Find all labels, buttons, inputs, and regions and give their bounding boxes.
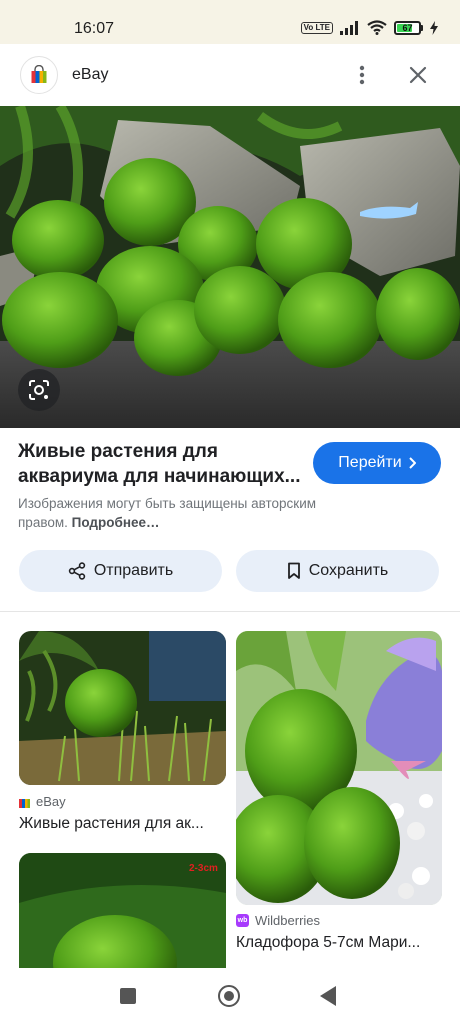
- related-image-3[interactable]: 2-3cm: [19, 853, 226, 968]
- related-source-1[interactable]: eBay: [19, 794, 66, 809]
- wildberries-favicon-icon: wb: [236, 914, 249, 927]
- home-icon[interactable]: [218, 985, 240, 1007]
- marimo-aquarium-illustration: [0, 106, 460, 428]
- hero-image[interactable]: [0, 106, 460, 428]
- copyright-more-link[interactable]: Подробнее…: [72, 515, 160, 530]
- chevron-right-icon: [408, 457, 416, 469]
- copyright-text: Изображения могут быть защищены авторски…: [18, 496, 317, 530]
- share-icon: [68, 562, 86, 580]
- copyright-notice: Изображения могут быть защищены авторски…: [18, 494, 348, 532]
- related-source-2-label: Wildberries: [255, 913, 321, 928]
- save-button[interactable]: Сохранить: [236, 550, 439, 592]
- section-divider: [0, 611, 460, 612]
- related-title-2[interactable]: Кладофора 5-7см Мари...: [236, 934, 442, 952]
- bookmark-icon: [287, 562, 300, 579]
- close-icon[interactable]: [404, 61, 432, 89]
- goto-button[interactable]: Перейти: [313, 442, 441, 484]
- size-overlay-label: 2-3cm: [189, 863, 218, 874]
- wifi-icon: [367, 20, 387, 35]
- related-image-1[interactable]: [19, 631, 226, 785]
- save-button-label: Сохранить: [308, 562, 389, 579]
- google-lens-icon[interactable]: [18, 369, 60, 411]
- signal-icon: [340, 20, 358, 35]
- result-title[interactable]: Живые растения для аквариума для начинаю…: [18, 439, 308, 489]
- more-vert-icon[interactable]: [348, 61, 376, 89]
- volte-icon: Vo LTE: [300, 21, 333, 34]
- app-header: eBay: [0, 44, 460, 106]
- status-time: 16:07: [74, 20, 115, 37]
- share-button-label: Отправить: [93, 562, 174, 579]
- charging-icon: [430, 20, 438, 35]
- system-nav-bar: [0, 968, 460, 1024]
- status-icons: Vo LTE 67: [300, 20, 438, 35]
- ebay-favicon-icon: [19, 798, 30, 808]
- related-source-1-label: eBay: [36, 794, 66, 809]
- share-button[interactable]: Отправить: [19, 550, 222, 592]
- battery-icon: 67: [394, 20, 423, 35]
- related-source-2[interactable]: wb Wildberries: [236, 913, 320, 928]
- status-bar: 16:07 Vo LTE 67: [0, 0, 460, 44]
- back-icon[interactable]: [320, 986, 336, 1006]
- related-title-1[interactable]: Живые растения для ак...: [19, 815, 226, 833]
- site-name[interactable]: eBay: [72, 66, 108, 84]
- goto-button-label: Перейти: [338, 454, 402, 471]
- battery-level: 67: [402, 22, 413, 33]
- related-image-2[interactable]: [236, 631, 442, 905]
- ebay-shopping-bag-icon[interactable]: [20, 56, 58, 94]
- recent-apps-icon[interactable]: [120, 988, 136, 1004]
